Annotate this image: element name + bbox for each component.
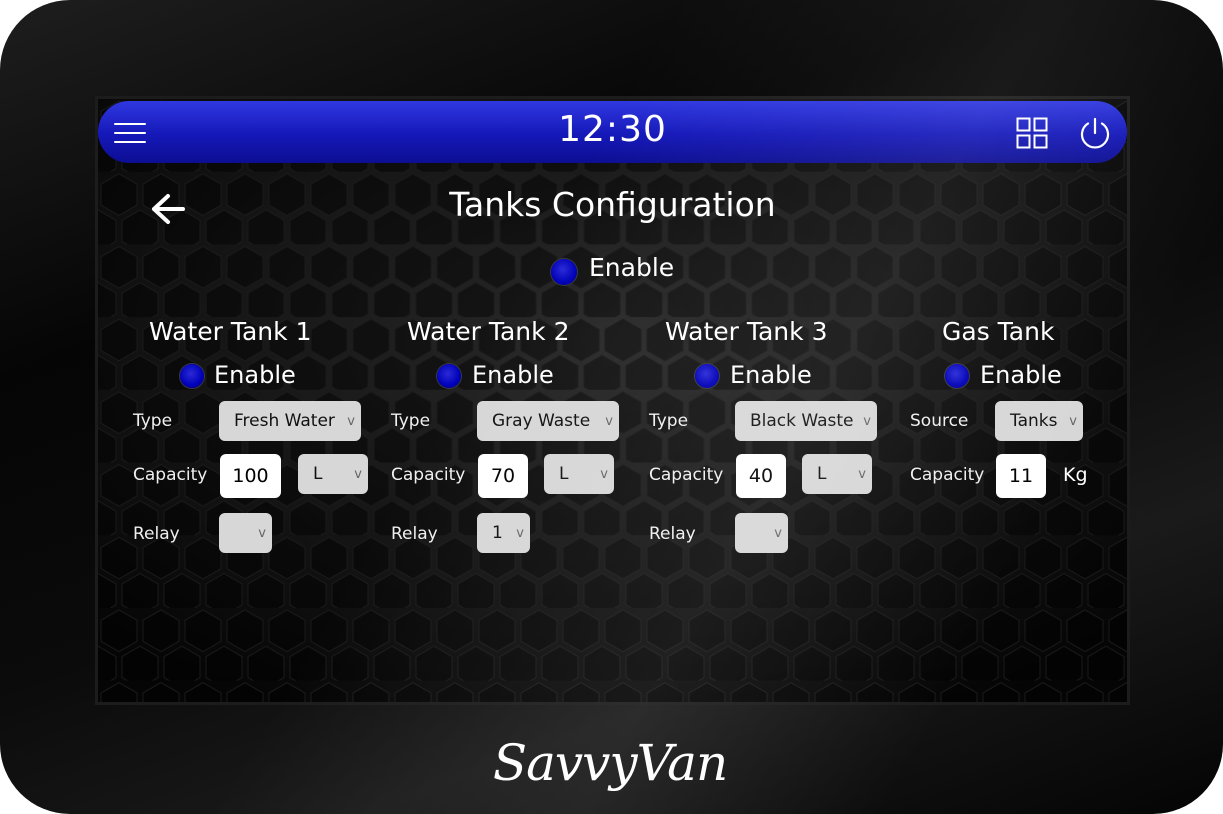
tank-3-enable-radio[interactable] <box>695 364 719 388</box>
gas-tank-unit: Kg <box>1063 464 1088 486</box>
chevron-down-icon: v <box>605 414 613 429</box>
global-enable-radio[interactable] <box>551 259 577 285</box>
tank-2-type-select[interactable]: Gray Waste v <box>477 401 619 441</box>
tank-1-capacity-input[interactable]: 100 <box>220 454 281 498</box>
tank-2-enable-radio[interactable] <box>437 364 461 388</box>
tank-3-title: Water Tank 3 <box>665 317 828 346</box>
chevron-down-icon: v <box>858 467 866 482</box>
chevron-down-icon: v <box>354 467 362 482</box>
tank-2-type-label: Type <box>391 411 431 431</box>
tank-3-type-value: Black Waste <box>750 411 854 431</box>
tank-1-type-select[interactable]: Fresh Water v <box>219 401 361 441</box>
tank-1-enable-radio[interactable] <box>180 364 204 388</box>
tank-1-type-label: Type <box>133 411 173 431</box>
device-frame: 12:30 Tanks Configuration Enable Water T… <box>0 0 1223 814</box>
tank-1-title: Water Tank 1 <box>149 317 312 346</box>
tank-2-capacity-label: Capacity <box>391 465 466 485</box>
global-enable-label: Enable <box>589 253 675 282</box>
gas-tank-enable-label: Enable <box>980 361 1062 389</box>
tank-3-capacity-input[interactable]: 40 <box>736 454 786 498</box>
tank-3-unit-select[interactable]: L v <box>802 454 872 494</box>
tank-2-title: Water Tank 2 <box>407 317 570 346</box>
chevron-down-icon: v <box>1069 414 1077 429</box>
tank-2-capacity-input[interactable]: 70 <box>478 454 528 498</box>
gas-tank-capacity-label: Capacity <box>910 465 985 485</box>
chevron-down-icon: v <box>347 414 355 429</box>
gas-tank-source-label: Source <box>910 411 969 431</box>
tank-2-unit-value: L <box>559 464 569 484</box>
tank-3-capacity-label: Capacity <box>649 465 724 485</box>
gas-tank-source-value: Tanks <box>1010 411 1058 431</box>
tank-3-unit-value: L <box>817 464 827 484</box>
tank-2-relay-label: Relay <box>391 524 438 544</box>
tank-1-enable-label: Enable <box>214 361 296 389</box>
tank-2-relay-value: 1 <box>492 523 503 543</box>
tank-2-type-value: Gray Waste <box>492 411 591 431</box>
top-bar: 12:30 <box>98 101 1127 163</box>
tank-1-relay-label: Relay <box>133 524 180 544</box>
tank-1-unit-value: L <box>313 464 323 484</box>
gas-tank-source-select[interactable]: Tanks v <box>995 401 1083 441</box>
tank-1-capacity-label: Capacity <box>133 465 208 485</box>
chevron-down-icon: v <box>774 526 782 541</box>
tank-3-relay-select[interactable]: v <box>735 513 788 553</box>
gas-tank-title: Gas Tank <box>942 317 1055 346</box>
savvyvan-logo: SavvyVan <box>493 734 728 792</box>
chevron-down-icon: v <box>258 526 266 541</box>
tank-1-unit-select[interactable]: L v <box>298 454 368 494</box>
grid-icon[interactable] <box>1016 117 1048 149</box>
clock: 12:30 <box>558 109 667 150</box>
chevron-down-icon: v <box>863 414 871 429</box>
tank-3-type-label: Type <box>649 411 689 431</box>
gas-tank-enable-radio[interactable] <box>945 364 969 388</box>
tank-3-enable-label: Enable <box>730 361 812 389</box>
chevron-down-icon: v <box>600 467 608 482</box>
tank-3-relay-label: Relay <box>649 524 696 544</box>
tank-1-relay-select[interactable]: v <box>219 513 272 553</box>
gas-tank-capacity-input[interactable]: 11 <box>996 454 1046 498</box>
page-title: Tanks Configuration <box>449 185 776 224</box>
tank-2-unit-select[interactable]: L v <box>544 454 614 494</box>
power-icon[interactable] <box>1078 116 1112 150</box>
screen: 12:30 Tanks Configuration Enable Water T… <box>95 96 1130 705</box>
tank-1-type-value: Fresh Water <box>234 411 335 431</box>
chevron-down-icon: v <box>516 526 524 541</box>
tank-3-type-select[interactable]: Black Waste v <box>735 401 877 441</box>
tank-2-enable-label: Enable <box>472 361 554 389</box>
svg-text:SavvyVan: SavvyVan <box>493 734 727 792</box>
tank-2-relay-select[interactable]: 1 v <box>477 513 530 553</box>
